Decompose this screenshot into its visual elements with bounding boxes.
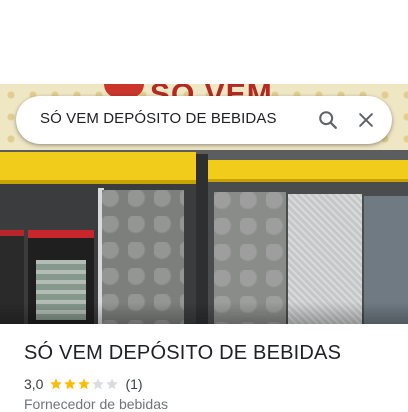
- top-blank-area: [0, 0, 408, 84]
- close-button[interactable]: [350, 104, 382, 136]
- close-icon: [359, 113, 373, 127]
- awning: [208, 160, 408, 182]
- place-category: Fornecedor de bebidas: [24, 396, 168, 412]
- star-icon: [50, 378, 63, 390]
- search-button[interactable]: [312, 104, 344, 136]
- star-icon: [64, 378, 77, 390]
- rating-row[interactable]: 3,0 (1): [24, 376, 143, 392]
- star-icon: [78, 378, 91, 390]
- star-icon: [92, 378, 105, 390]
- search-icon: [319, 111, 337, 129]
- photo-shadow: [0, 302, 408, 324]
- star-rating: [49, 377, 119, 391]
- search-bar[interactable]: SÓ VEM DEPÓSITO DE BEBIDAS: [16, 96, 392, 144]
- rating-value: 3,0: [24, 376, 44, 392]
- review-count[interactable]: (1): [125, 376, 142, 392]
- awning-gap: [196, 154, 208, 324]
- awning: [0, 152, 196, 184]
- star-icon: [106, 378, 119, 390]
- place-title: SÓ VEM DEPÓSITO DE BEBIDAS: [24, 342, 342, 364]
- search-input[interactable]: SÓ VEM DEPÓSITO DE BEBIDAS: [40, 110, 277, 127]
